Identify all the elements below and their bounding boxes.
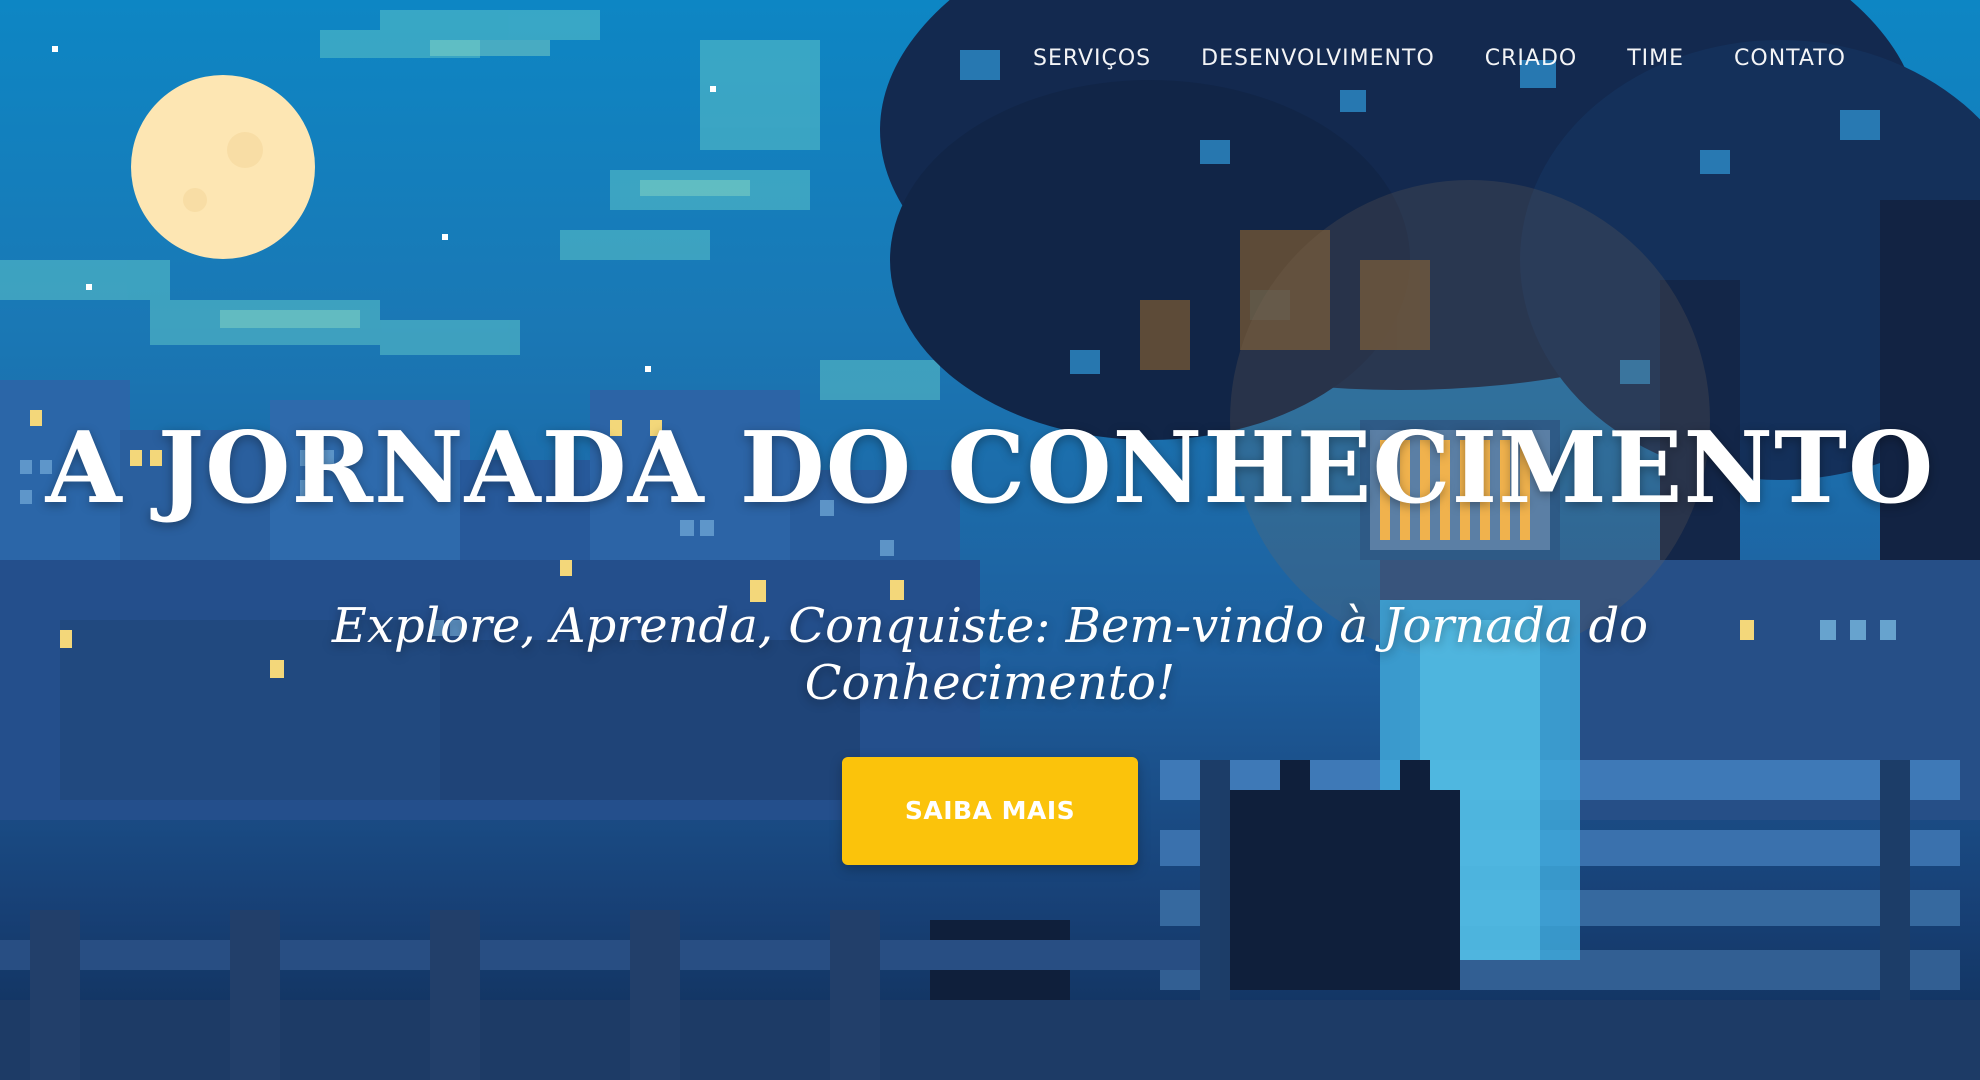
nav-item-criado[interactable]: CRIADO xyxy=(1485,46,1577,71)
nav-item-time[interactable]: TIME xyxy=(1627,46,1684,71)
moon-icon xyxy=(131,75,315,259)
top-navigation: SERVIÇOS DESENVOLVIMENTO CRIADO TIME CON… xyxy=(1033,46,1846,71)
nav-item-servicos[interactable]: SERVIÇOS xyxy=(1033,46,1151,71)
hero-content: A JORNADA DO CONHECIMENTO Explore, Apren… xyxy=(0,411,1980,866)
cta-wrapper: SAIBA MAIS xyxy=(0,757,1980,866)
nav-item-contato[interactable]: CONTATO xyxy=(1734,46,1846,71)
hero-subtitle: Explore, Aprenda, Conquiste: Bem-vindo à… xyxy=(331,598,1649,711)
hero-section: SERVIÇOS DESENVOLVIMENTO CRIADO TIME CON… xyxy=(0,0,1980,1080)
hero-title: A JORNADA DO CONHECIMENTO xyxy=(45,411,1935,526)
saiba-mais-button[interactable]: SAIBA MAIS xyxy=(842,757,1138,866)
nav-item-desenvolvimento[interactable]: DESENVOLVIMENTO xyxy=(1201,46,1435,71)
